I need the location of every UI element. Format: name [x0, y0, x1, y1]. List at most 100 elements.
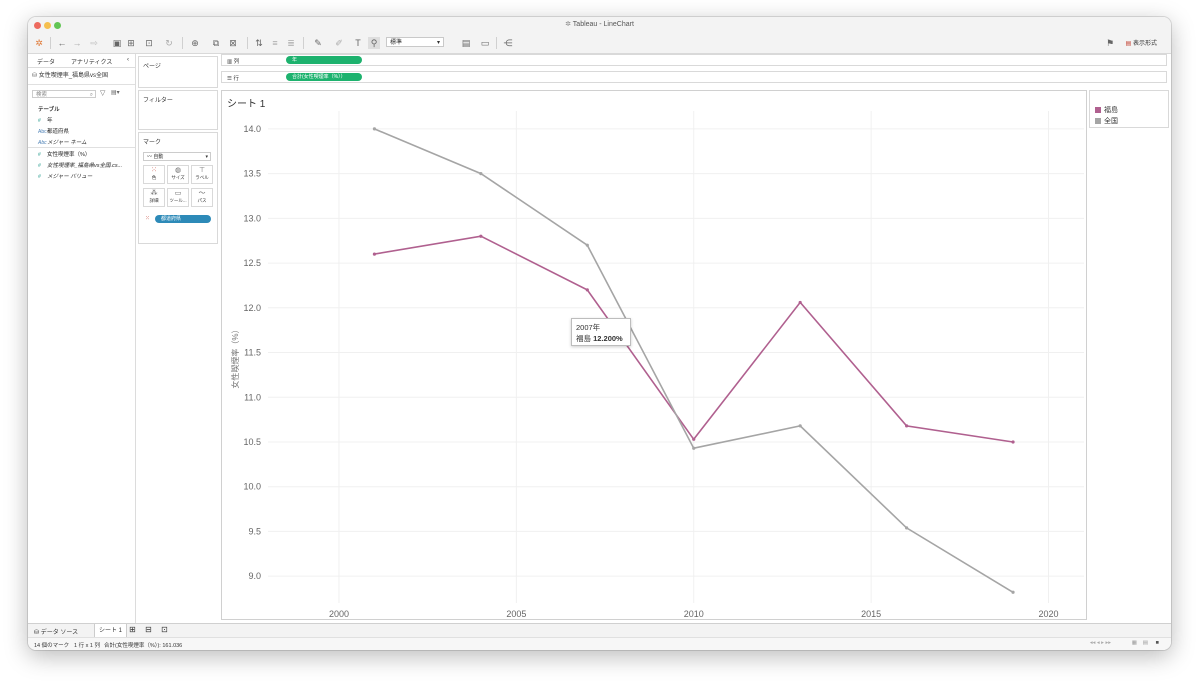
field-female-smoking-rate[interactable]: # 女性喫煙率（%） [38, 150, 90, 158]
show-me-button[interactable]: ▤ 表示形式 [1126, 38, 1157, 47]
sort-ascending-icon[interactable]: ≡ [270, 37, 280, 49]
mark-type-select[interactable]: 〰 自動 ▾ [143, 152, 211, 161]
label-button[interactable]: ⊤ ラベル [191, 165, 213, 184]
color-encoding-icon: ⁙ [145, 216, 151, 222]
new-datasource-icon[interactable]: ⊞ [126, 37, 136, 49]
new-story-icon[interactable]: ⊡ [161, 625, 168, 634]
columns-pill-year[interactable]: 年 [286, 56, 362, 64]
data-point [585, 288, 589, 292]
data-point [372, 127, 377, 131]
share-icon[interactable]: ⋲ [503, 37, 513, 49]
tab-analytics[interactable]: アナリティクス [71, 57, 112, 66]
field-prefecture[interactable]: Abc都道府県 [38, 127, 69, 135]
legend-swatch [1095, 107, 1101, 113]
data-point [692, 437, 696, 441]
format-painter-icon[interactable]: ⚑ [1105, 37, 1115, 49]
window-title: ✲ Tableau - LineChart [565, 21, 634, 28]
y-tick-label: 13.5 [243, 169, 261, 179]
legend-item-national[interactable]: 全国 [1095, 116, 1118, 126]
y-tick-label: 11.5 [244, 348, 261, 358]
save-icon[interactable]: ▣ [112, 37, 122, 49]
field-count[interactable]: # 女性喫煙率_福島県vs全国.cs... [38, 161, 122, 169]
worksheet-view[interactable]: シート 1 9.0 9.5 10.0 10.5 11.0 11.5 12.0 12.5 13.0… [221, 90, 1087, 620]
collapse-pane-icon[interactable]: ‹ [127, 57, 129, 63]
swap-rows-columns-icon[interactable]: ⇅ [254, 37, 264, 49]
tableau-logo-icon: ✲ [565, 21, 573, 28]
sheet-navigation-icon[interactable]: ◂◂ ◂ ▸ ▸▸ [1090, 640, 1111, 646]
table-heading: テーブル [38, 107, 60, 113]
replay-icon[interactable]: ⇨ [87, 37, 101, 49]
sheet-sorter-icon[interactable]: ▦ [1132, 640, 1137, 646]
data-point [479, 234, 483, 238]
string-icon: Abc [38, 129, 47, 135]
color-legend[interactable]: 福島 全国 [1089, 90, 1169, 128]
refresh-icon[interactable]: ↻ [162, 37, 176, 49]
filmstrip-icon[interactable]: ▤ [1143, 640, 1148, 646]
presentation-mode-icon[interactable]: ▭ [480, 37, 490, 49]
highlight-icon[interactable]: ✎ [311, 37, 325, 49]
tooltip-icon: ▭ [174, 190, 182, 197]
new-worksheet-icon[interactable]: ⊞ [129, 625, 136, 634]
data-point [1011, 590, 1015, 594]
duplicate-sheet-icon[interactable]: ⧉ [211, 37, 221, 49]
number-icon: # [38, 152, 41, 158]
line-chart[interactable]: 9.0 9.5 10.0 10.5 11.0 11.5 12.0 12.5 13.0 13.5 14… [222, 91, 1086, 619]
detail-button[interactable]: ⁂ 詳細 [143, 188, 165, 207]
normal-view-icon[interactable]: ■ [1156, 640, 1159, 646]
show-hide-cards-icon[interactable]: ▤ [458, 37, 474, 49]
path-icon: 〜 [198, 190, 206, 197]
data-point [479, 172, 483, 176]
tab-data[interactable]: データ [37, 57, 55, 66]
show-mark-labels-icon[interactable]: T [353, 37, 363, 49]
data-pane-tabs: データ アナリティクス ‹ [28, 54, 135, 68]
clear-sheet-icon[interactable]: ⊠ [226, 37, 240, 49]
data-point [585, 243, 589, 247]
status-sum: 合計(女性喫煙率（%）): 161.036 [104, 643, 183, 649]
field-year[interactable]: # 年 [38, 116, 53, 124]
sort-descending-icon[interactable]: ≣ [286, 37, 296, 49]
search-icon: ⌕ [89, 92, 93, 98]
color-button[interactable]: ⁙ 色 [143, 165, 165, 184]
pages-card[interactable]: ページ [138, 56, 218, 88]
mark-tooltip: 2007年 福島 12.200% [571, 318, 631, 346]
datasource-item[interactable]: ⛁ 女性喫煙率_福島県vs全国 [32, 70, 108, 79]
columns-icon: ▥ [227, 59, 234, 65]
redo-icon[interactable]: → [72, 37, 82, 49]
columns-shelf[interactable]: ▥ 列 年 [221, 54, 1167, 66]
path-button[interactable]: 〜パス [191, 188, 213, 207]
new-dashboard-icon[interactable]: ⊟ [145, 625, 152, 634]
tab-datasource[interactable]: ⛁ データ ソース [34, 627, 78, 636]
filters-card[interactable]: フィルター [138, 90, 218, 130]
y-tick-label: 11.0 [244, 392, 261, 402]
data-point [1011, 440, 1015, 444]
tooltip-label: 福島 [576, 334, 591, 343]
database-icon: ⛁ [34, 630, 41, 636]
toolbar: ✲ ← → ⇨ ▣ ⊞ ⊡ ↻ ⊕ ⧉ ⊠ ⇅ ≡ ≣ ✎ ✐ T ⚲ 標準 ▾… [28, 33, 1171, 54]
data-pane: データ アナリティクス ‹ ⛁ 女性喫煙率_福島県vs全国 検索 ⌕ ▽ ▤▾ … [28, 54, 136, 627]
pause-updates-icon[interactable]: ⊡ [142, 37, 156, 49]
fit-select[interactable]: 標準 ▾ [386, 37, 444, 47]
number-icon: # [38, 163, 41, 169]
tableau-home-icon[interactable]: ✲ [34, 37, 44, 49]
rows-pill-female-smoking-rate[interactable]: 合計(女性喫煙率（%）） [286, 73, 362, 81]
marks-card: マーク 〰 自動 ▾ ⁙ 色 ◍ サイズ ⊤ ラベル ⁂ 詳細 ▭ ツール... 〜パス … [138, 132, 218, 244]
tab-sheet-1[interactable]: シート 1 [94, 624, 128, 638]
field-measure-values[interactable]: # メジャー バリュー [38, 172, 92, 180]
field-search-input[interactable]: 検索 ⌕ [32, 90, 96, 98]
group-members-icon[interactable]: ✐ [332, 37, 346, 49]
tooltip-button[interactable]: ▭ ツール... [167, 188, 189, 207]
color-pill-prefecture[interactable]: 都道府県 [155, 215, 211, 223]
undo-icon[interactable]: ← [57, 37, 67, 49]
fix-axes-icon[interactable]: ⚲ [368, 37, 380, 49]
tooltip-year: 2007年 [576, 323, 601, 332]
filter-icon[interactable]: ▽ [100, 89, 105, 97]
data-point [905, 424, 909, 428]
data-point [372, 252, 377, 256]
legend-item-fukushima[interactable]: 福島 [1095, 105, 1118, 115]
datasource-icon: ⛁ [32, 73, 38, 79]
rows-shelf[interactable]: ☰ 行 合計(女性喫煙率（%）） [221, 71, 1167, 83]
new-sheet-icon[interactable]: ⊕ [188, 37, 202, 49]
field-measure-names[interactable]: Abcメジャー ネーム [38, 138, 87, 146]
view-options-icon[interactable]: ▤▾ [111, 89, 120, 96]
size-button[interactable]: ◍ サイズ [167, 165, 189, 184]
